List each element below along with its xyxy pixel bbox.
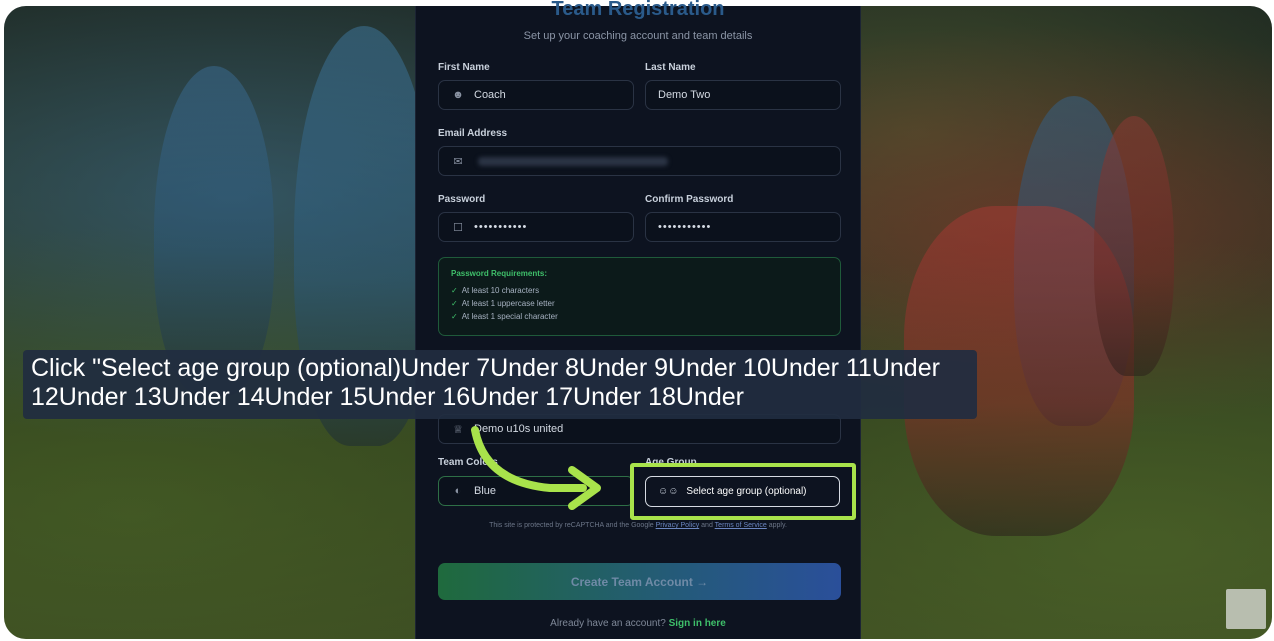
page-title: Team Registration [551, 0, 725, 20]
age-group-select[interactable]: ☺☺ Select age group (optional) [645, 476, 840, 507]
first-name-label: First Name [438, 62, 490, 73]
confirm-password-field[interactable]: ••••••••••• [645, 212, 841, 242]
users-icon: ☺☺ [658, 486, 679, 497]
user-icon: ☻ [452, 89, 464, 101]
first-name-field[interactable]: ☻ Coach [438, 80, 634, 110]
email-label: Email Address [438, 128, 508, 139]
curved-arrow-icon [471, 426, 601, 510]
recaptcha-badge[interactable] [1226, 589, 1266, 629]
registration-panel: Team Registration Set up your coaching a… [415, 0, 861, 639]
create-team-account-button[interactable]: Create Team Account → [438, 563, 841, 600]
page-subtitle: Set up your coaching account and team de… [523, 30, 753, 42]
check-icon: ✓ [451, 286, 458, 295]
password-requirements: Password Requirements: ✓ At least 10 char… [438, 257, 841, 336]
last-name-value: Demo Two [658, 89, 711, 101]
requirement-item: ✓ At least 1 uppercase letter [451, 299, 555, 308]
email-field[interactable]: ✉ [438, 146, 841, 176]
last-name-field[interactable]: Demo Two [645, 80, 841, 110]
signin-link[interactable]: Sign in here [669, 618, 726, 629]
background-player [1094, 116, 1174, 376]
requirement-item: ✓ At least 10 characters [451, 286, 540, 295]
check-icon: ✓ [451, 299, 458, 308]
check-icon: ✓ [451, 312, 458, 321]
privacy-policy-link[interactable]: Privacy Policy [656, 522, 700, 529]
confirm-password-value: ••••••••••• [658, 221, 712, 233]
last-name-label: Last Name [645, 62, 696, 73]
instruction-tooltip: Click "Select age group (optional)Under … [23, 350, 977, 419]
requirements-title: Password Requirements: [451, 269, 548, 278]
lock-icon: ☐ [453, 221, 463, 234]
password-label: Password [438, 194, 486, 205]
mail-icon: ✉ [453, 155, 463, 168]
signin-prompt: Already have an account? Sign in here [550, 618, 726, 629]
confirm-password-label: Confirm Password [645, 194, 734, 205]
background-player [154, 66, 274, 396]
requirement-item: ✓ At least 1 special character [451, 312, 558, 321]
email-value-redacted [478, 156, 668, 166]
first-name-value: Coach [474, 89, 506, 101]
age-group-placeholder: Select age group (optional) [686, 486, 807, 497]
password-field[interactable]: ☐ ••••••••••• [438, 212, 634, 242]
terms-of-service-link[interactable]: Terms of Service [715, 522, 767, 529]
password-value: ••••••••••• [474, 221, 528, 233]
